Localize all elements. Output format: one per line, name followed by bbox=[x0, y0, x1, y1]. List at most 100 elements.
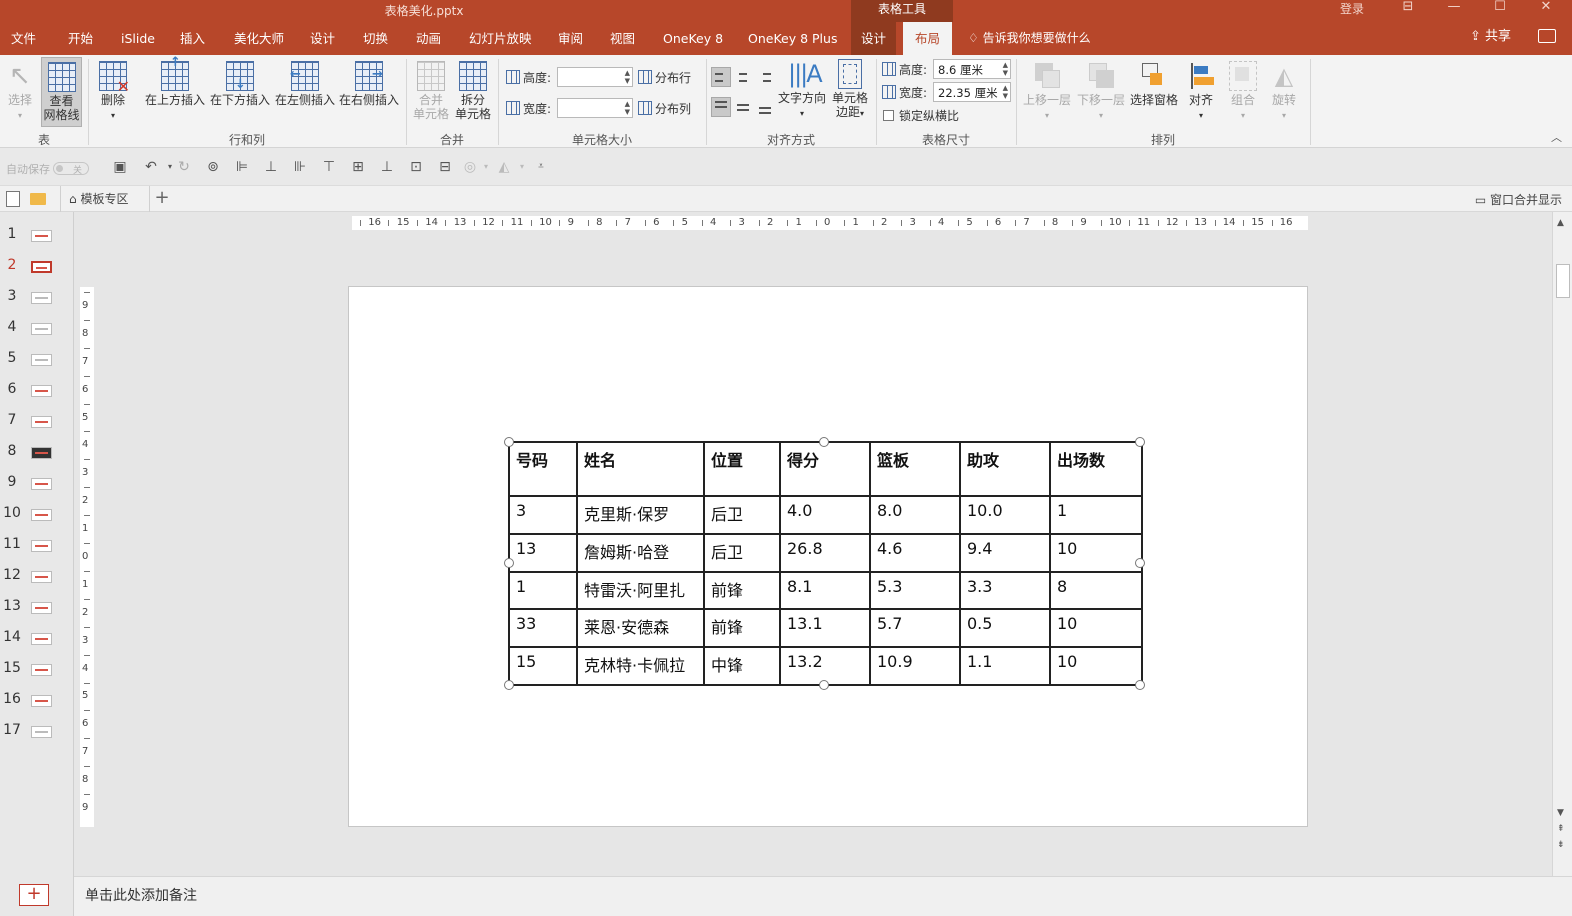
tab-slide-show[interactable]: 幻灯片放映 bbox=[469, 22, 532, 55]
table-header-cell[interactable]: 篮板 bbox=[869, 441, 961, 497]
rotate-button[interactable]: ◭ 旋转 ▾ bbox=[1266, 61, 1302, 123]
table-cell[interactable]: 1 bbox=[1049, 495, 1143, 535]
align-bottom-objects-icon[interactable]: ⊥ bbox=[379, 159, 395, 175]
undo-icon[interactable]: ↶ bbox=[141, 159, 161, 175]
insert-left-button[interactable]: ← 在左侧插入 bbox=[274, 61, 336, 107]
slide-preview[interactable] bbox=[31, 261, 52, 273]
scroll-down-icon[interactable]: ▼ bbox=[1557, 808, 1564, 818]
split-cells-button[interactable]: 拆分 单元格 bbox=[454, 61, 492, 121]
table-cell[interactable]: 0.5 bbox=[959, 608, 1051, 649]
align-center-button[interactable] bbox=[733, 67, 753, 87]
table-cell[interactable]: 10.9 bbox=[869, 646, 961, 686]
table-cell[interactable]: 10.0 bbox=[959, 495, 1051, 535]
table-cell[interactable]: 10 bbox=[1049, 532, 1143, 573]
tab-table-layout[interactable]: 布局 bbox=[903, 22, 953, 55]
slide-preview[interactable] bbox=[31, 385, 52, 397]
resize-handle-top-right[interactable] bbox=[1135, 437, 1145, 447]
tab-insert[interactable]: 插入 bbox=[180, 22, 205, 55]
table-cell[interactable]: 4.6 bbox=[869, 532, 961, 573]
slide-preview[interactable] bbox=[31, 540, 52, 552]
align-objects-button[interactable]: 对齐 ▾ bbox=[1183, 61, 1219, 123]
table-cell[interactable]: 3.3 bbox=[959, 570, 1051, 611]
slide-thumbnail[interactable]: 17 bbox=[0, 716, 74, 747]
share-button[interactable]: ⇪ 共享 bbox=[1470, 22, 1511, 55]
align-center-objects-icon[interactable]: ⊥ bbox=[263, 159, 279, 175]
table-cell[interactable]: 10 bbox=[1049, 608, 1143, 649]
table-header-cell[interactable]: 得分 bbox=[779, 441, 871, 497]
new-file-icon[interactable] bbox=[6, 191, 20, 207]
resize-handle-top-left[interactable] bbox=[504, 437, 514, 447]
tab-onekey8-plus[interactable]: OneKey 8 Plus bbox=[748, 22, 837, 55]
view-gridlines-button[interactable]: 查看 网格线 bbox=[41, 57, 82, 127]
tab-file[interactable]: 文件 bbox=[11, 22, 36, 55]
slide-thumbnail[interactable]: 11 bbox=[0, 530, 74, 561]
slide-thumbnail[interactable]: 2 bbox=[0, 251, 74, 282]
template-zone-tab[interactable]: ⌂ 模板专区 bbox=[60, 186, 150, 212]
group-objects-button[interactable]: 组合 ▾ bbox=[1225, 61, 1261, 123]
tell-me-search[interactable]: ♢ 告诉我你想要做什么 bbox=[968, 22, 1091, 55]
slide-thumbnail[interactable]: 6 bbox=[0, 375, 74, 406]
next-slide-icon[interactable]: ⇟ bbox=[1557, 840, 1565, 850]
select-button[interactable]: ↖ 选择 ▾ bbox=[6, 61, 34, 123]
table-cell[interactable]: 1.1 bbox=[959, 646, 1051, 686]
slide-preview[interactable] bbox=[31, 323, 52, 335]
open-folder-icon[interactable] bbox=[30, 193, 46, 205]
distribute-columns-button[interactable]: 分布列 bbox=[638, 100, 691, 117]
slide-thumbnail[interactable]: 16 bbox=[0, 685, 74, 716]
table-cell[interactable]: 26.8 bbox=[779, 532, 871, 573]
slide-thumbnail[interactable]: 8 bbox=[0, 437, 74, 468]
slide-preview[interactable] bbox=[31, 230, 52, 242]
maximize-icon[interactable]: ☐ bbox=[1490, 0, 1510, 14]
slide-preview[interactable] bbox=[31, 354, 52, 366]
slide-preview[interactable] bbox=[31, 633, 52, 645]
table-header-cell[interactable]: 号码 bbox=[508, 441, 578, 497]
align-left-objects-icon[interactable]: ⊫ bbox=[234, 159, 250, 175]
table-cell[interactable]: 前锋 bbox=[703, 570, 781, 611]
redo-icon[interactable]: ↻ bbox=[176, 159, 192, 175]
align-top-objects-icon[interactable]: ⊤ bbox=[321, 159, 337, 175]
resize-handle-left[interactable] bbox=[504, 558, 514, 568]
notes-placeholder[interactable]: 单击此处添加备注 bbox=[85, 885, 197, 905]
slide-thumbnail[interactable]: 9 bbox=[0, 468, 74, 499]
slide-preview[interactable] bbox=[31, 726, 52, 738]
resize-handle-top[interactable] bbox=[819, 437, 829, 447]
table-cell[interactable]: 9.4 bbox=[959, 532, 1051, 573]
login-link[interactable]: 登录 bbox=[1340, 0, 1364, 17]
present-from-start-icon[interactable]: ⊚ bbox=[205, 159, 221, 175]
send-backward-button[interactable]: 下移一层 ▾ bbox=[1074, 61, 1128, 123]
tab-beautify-master[interactable]: 美化大师 bbox=[234, 22, 284, 55]
insert-below-button[interactable]: ↓ 在下方插入 bbox=[209, 61, 271, 107]
table-cell[interactable]: 10 bbox=[1049, 646, 1143, 686]
slide-thumbnail[interactable]: 3 bbox=[0, 282, 74, 313]
align-bottom-button[interactable] bbox=[755, 97, 775, 117]
add-tab-icon[interactable]: + bbox=[152, 187, 172, 208]
align-right-button[interactable] bbox=[755, 67, 775, 87]
align-middle-objects-icon[interactable]: ⊞ bbox=[350, 159, 366, 175]
slide-thumbnail[interactable]: 10 bbox=[0, 499, 74, 530]
text-direction-button[interactable]: |||A 文字方向 ▾ bbox=[777, 59, 827, 121]
table-object[interactable]: 号码 姓名 位置 得分 篮板 助攻 出场数 3 克里斯·保罗 后卫 4.0 8.0 10.0 1 13 詹姆斯… bbox=[508, 441, 1143, 686]
slide-thumbnail[interactable]: 15 bbox=[0, 654, 74, 685]
align-left-button[interactable] bbox=[711, 67, 731, 87]
shape-outline-icon[interactable]: ◭ bbox=[496, 159, 512, 175]
slide-thumbnail[interactable]: 12 bbox=[0, 561, 74, 592]
table-cell[interactable]: 5.7 bbox=[869, 608, 961, 649]
tab-design[interactable]: 设计 bbox=[310, 22, 335, 55]
table-cell[interactable]: 8 bbox=[1049, 570, 1143, 611]
insert-above-button[interactable]: ↑ 在上方插入 bbox=[144, 56, 206, 108]
slide-thumbnail[interactable]: 13 bbox=[0, 592, 74, 623]
slide-preview[interactable] bbox=[31, 416, 52, 428]
align-middle-button[interactable] bbox=[733, 97, 753, 117]
tab-review[interactable]: 审阅 bbox=[558, 22, 583, 55]
collapse-ribbon-icon[interactable]: ︿ bbox=[1551, 129, 1562, 145]
table-cell[interactable]: 8.1 bbox=[779, 570, 871, 611]
table-header-cell[interactable]: 姓名 bbox=[576, 441, 705, 497]
resize-handle-bottom-right[interactable] bbox=[1135, 680, 1145, 690]
resize-handle-right[interactable] bbox=[1135, 558, 1145, 568]
table-cell[interactable]: 15 bbox=[508, 646, 578, 686]
shape-fill-dropdown-icon[interactable]: ▾ bbox=[478, 159, 494, 175]
bring-forward-button[interactable]: 上移一层 ▾ bbox=[1020, 61, 1074, 123]
tab-table-design[interactable]: 设计 bbox=[851, 22, 897, 55]
table-cell[interactable]: 特雷沃·阿里扎 bbox=[576, 570, 705, 611]
autosave-toggle[interactable]: 自动保存关 bbox=[6, 161, 98, 177]
